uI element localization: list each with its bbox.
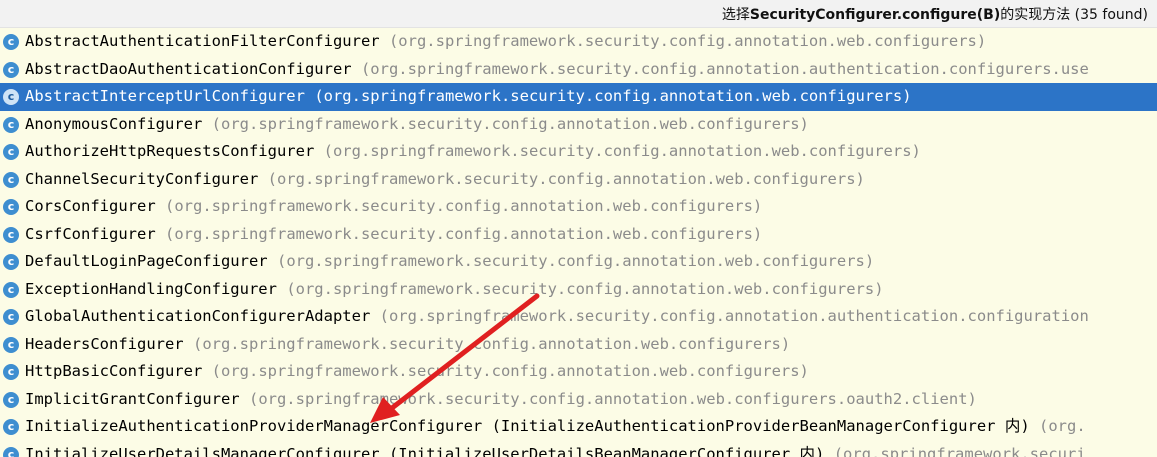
class-icon: c — [3, 61, 19, 78]
class-icon: c — [3, 226, 19, 243]
package-name: (org. — [1039, 417, 1086, 435]
class-name: DefaultLoginPageConfigurer — [25, 252, 268, 270]
package-name: (org.springframework.security.config.ann… — [314, 87, 912, 105]
package-name: (org.springframework.security.config.ann… — [276, 252, 875, 270]
list-item-text: GlobalAuthenticationConfigurerAdapter (o… — [25, 303, 1089, 331]
class-icon: c — [3, 171, 19, 188]
list-item-text: AbstractDaoAuthenticationConfigurer (org… — [25, 56, 1089, 84]
list-item[interactable]: c HeadersConfigurer (org.springframework.… — [0, 331, 1157, 359]
list-item[interactable]: c ChannelSecurityConfigurer (org.springfr… — [0, 166, 1157, 194]
list-item[interactable]: c ExceptionHandlingConfigurer (org.spring… — [0, 276, 1157, 304]
class-name: ImplicitGrantConfigurer — [25, 389, 240, 408]
list-item-text: HttpBasicConfigurer (org.springframework… — [25, 358, 809, 386]
class-icon: c — [3, 116, 19, 133]
list-item[interactable]: c ImplicitGrantConfigurer (org.springfram… — [0, 386, 1157, 414]
list-item[interactable]: c InitializeUserDetailsManagerConfigurer … — [0, 441, 1157, 457]
class-name: ChannelSecurityConfigurer — [25, 169, 259, 188]
class-icon: c — [3, 419, 19, 435]
class-icon: c — [3, 309, 19, 325]
list-item-text: ImplicitGrantConfigurer (org.springframe… — [25, 386, 977, 414]
class-icon: c — [3, 254, 19, 270]
package-name: (org.springframework.security.config.ann… — [211, 362, 809, 380]
package-name: (org.springframework.securi — [833, 444, 1086, 457]
list-item-text: ChannelSecurityConfigurer (org.springfra… — [25, 166, 865, 194]
list-item[interactable]: c AuthorizeHttpRequestsConfigurer (org.sp… — [0, 138, 1157, 166]
package-name: (org.springframework.security.config.ann… — [192, 334, 791, 353]
list-item[interactable]: c CorsConfigurer (org.springframework.sec… — [0, 193, 1157, 221]
class-name: AuthorizeHttpRequestsConfigurer — [25, 142, 315, 160]
list-item[interactable]: c AnonymousConfigurer (org.springframewor… — [0, 111, 1157, 139]
list-item-text: InitializeAuthenticationProviderManagerC… — [25, 413, 1086, 441]
list-item[interactable]: c AbstractDaoAuthenticationConfigurer (or… — [0, 56, 1157, 84]
list-item-text: CsrfConfigurer (org.springframework.secu… — [25, 221, 762, 249]
popup-header: 选择SecurityConfigurer.configure(B)的实现方法 (… — [0, 0, 1157, 28]
class-icon: c — [3, 89, 19, 105]
package-name: (org.springframework.security.config.ann… — [165, 197, 763, 215]
list-item[interactable]: c InitializeAuthenticationProviderManager… — [0, 413, 1157, 441]
package-name: (org.springframework.security.config.ann… — [323, 142, 921, 160]
package-name: (org.springframework.security.config.ann… — [165, 224, 763, 243]
list-item-text: ExceptionHandlingConfigurer (org.springf… — [25, 276, 884, 304]
class-name: ExceptionHandlingConfigurer — [25, 279, 277, 298]
list-item-text: AuthorizeHttpRequestsConfigurer (org.spr… — [25, 138, 921, 166]
package-name: (org.springframework.security.config.ann… — [360, 59, 1089, 78]
class-name: AnonymousConfigurer — [25, 114, 203, 133]
list-item-text: InitializeUserDetailsManagerConfigurer (… — [25, 441, 1086, 457]
class-name: AbstractDaoAuthenticationConfigurer — [25, 59, 352, 78]
implementations-popup: 选择SecurityConfigurer.configure(B)的实现方法 (… — [0, 0, 1157, 457]
package-name: (org.springframework.security.config.ann… — [388, 32, 987, 50]
class-name: GlobalAuthenticationConfigurerAdapter — [25, 307, 371, 325]
list-item[interactable]: c AbstractAuthenticationFilterConfigurer … — [0, 28, 1157, 56]
list-item[interactable]: c AbstractInterceptUrlConfigurer (org.spr… — [0, 83, 1157, 111]
class-icon: c — [3, 364, 19, 380]
list-item-text: HeadersConfigurer (org.springframework.s… — [25, 331, 790, 359]
class-icon: c — [3, 391, 19, 408]
class-name: InitializeAuthenticationProviderManagerC… — [25, 417, 1030, 435]
list-item-text: CorsConfigurer (org.springframework.secu… — [25, 193, 762, 221]
implementation-list: c AbstractAuthenticationFilterConfigurer … — [0, 28, 1157, 457]
class-name: HeadersConfigurer — [25, 334, 184, 353]
class-icon: c — [3, 144, 19, 160]
class-icon: c — [3, 199, 19, 215]
popup-title: 选择SecurityConfigurer.configure(B)的实现方法 (… — [721, 7, 1148, 23]
class-icon: c — [3, 446, 19, 457]
list-item-text: DefaultLoginPageConfigurer (org.springfr… — [25, 248, 874, 276]
class-name: AbstractInterceptUrlConfigurer — [25, 87, 305, 105]
class-icon: c — [3, 336, 19, 353]
list-item-text: AbstractInterceptUrlConfigurer (org.spri… — [25, 83, 912, 111]
list-item[interactable]: c DefaultLoginPageConfigurer (org.springf… — [0, 248, 1157, 276]
class-name: InitializeUserDetailsManagerConfigurer (… — [25, 444, 825, 457]
package-name: (org.springframework.security.config.ann… — [379, 307, 1089, 325]
class-name: HttpBasicConfigurer — [25, 362, 203, 380]
package-name: (org.springframework.security.config.ann… — [211, 114, 809, 133]
class-name: CorsConfigurer — [25, 197, 156, 215]
package-name: (org.springframework.security.config.ann… — [248, 389, 977, 408]
list-item[interactable]: c GlobalAuthenticationConfigurerAdapter (… — [0, 303, 1157, 331]
class-name: CsrfConfigurer — [25, 224, 156, 243]
list-item[interactable]: c HttpBasicConfigurer (org.springframewor… — [0, 358, 1157, 386]
class-icon: c — [3, 281, 19, 298]
list-item[interactable]: c CsrfConfigurer (org.springframework.sec… — [0, 221, 1157, 249]
package-name: (org.springframework.security.config.ann… — [267, 169, 865, 188]
package-name: (org.springframework.security.config.ann… — [286, 279, 884, 298]
list-item-text: AnonymousConfigurer (org.springframework… — [25, 111, 809, 139]
class-name: AbstractAuthenticationFilterConfigurer — [25, 32, 380, 50]
list-item-text: AbstractAuthenticationFilterConfigurer (… — [25, 28, 986, 56]
class-icon: c — [3, 34, 19, 50]
